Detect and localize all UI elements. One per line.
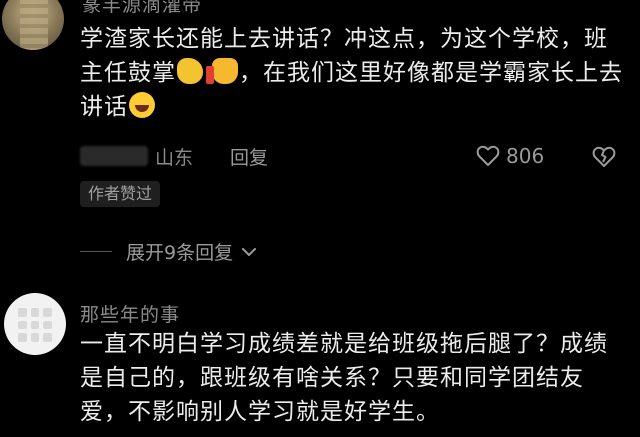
avatar-image <box>20 0 48 50</box>
dislike-button[interactable] <box>592 146 616 172</box>
comment-location: 山东 <box>155 147 194 169</box>
like-button[interactable]: 806 <box>476 143 544 169</box>
thumbs-up-emoji-icon <box>206 58 238 84</box>
reply-button[interactable]: 回复 <box>230 143 268 170</box>
heart-outline-icon <box>476 145 500 166</box>
avatar-image <box>18 308 52 342</box>
laughing-emoji-icon <box>129 92 155 118</box>
user-avatar[interactable] <box>4 293 66 355</box>
expand-replies-label: 展开9条回复 <box>126 242 234 264</box>
comment-username[interactable]: 那些年的事 <box>80 300 180 327</box>
expand-replies-button[interactable]: 展开9条回复 <box>80 238 257 265</box>
divider-line <box>80 251 112 252</box>
comment-item: 篆丰源滴灌带 学渣家长还能上去讲话？冲这点，为这个学校，班主任鼓掌 ，在我们这里好… <box>0 0 640 290</box>
comment-text: 学渣家长还能上去讲话？冲这点，为这个学校，班主任鼓掌 ，在我们这里好像都是学霸家长… <box>80 22 625 124</box>
comment-text: 一直不明白学习成绩差就是给班级拖后腿了？成绩是自己的，跟班级有啥关系？只要和同学… <box>80 331 608 425</box>
like-count: 806 <box>506 144 545 168</box>
user-avatar[interactable] <box>2 0 64 50</box>
blurred-time-placeholder <box>80 146 148 166</box>
clapping-hands-emoji-icon <box>177 58 203 84</box>
chevron-down-icon <box>242 247 257 256</box>
author-liked-badge: 作者赞过 <box>80 181 161 207</box>
broken-heart-icon <box>592 146 616 167</box>
comment-username[interactable]: 篆丰源滴灌带 <box>82 0 202 17</box>
